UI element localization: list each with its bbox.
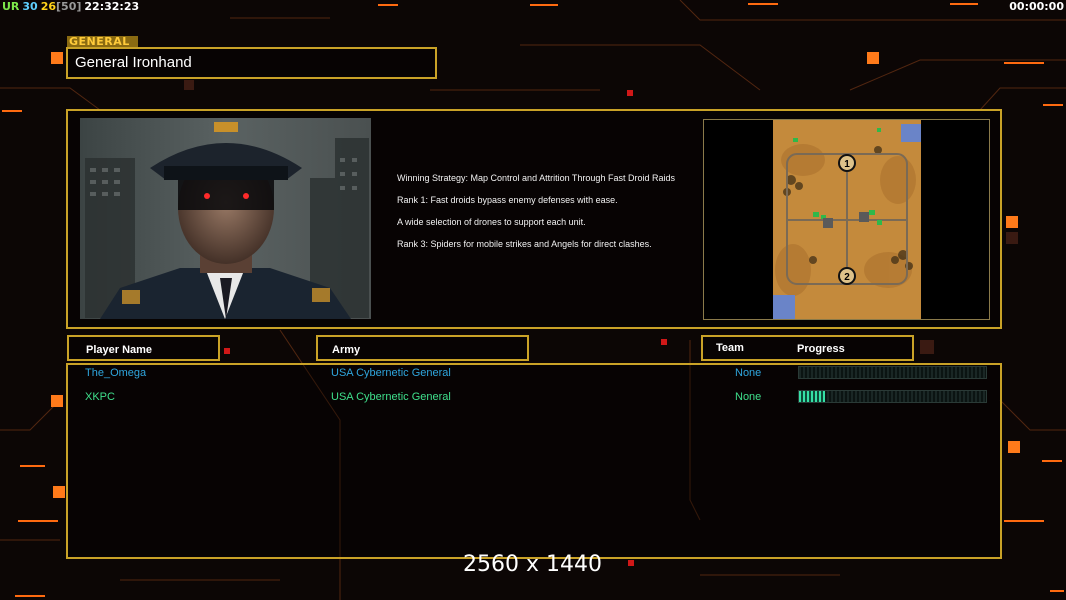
header-team-label: Team [716, 342, 744, 354]
header-player-name[interactable]: Player Name [67, 335, 220, 361]
general-portrait [80, 118, 371, 319]
strategy-text: Winning Strategy: Map Control and Attrit… [397, 173, 697, 261]
player-progress-bar [798, 366, 987, 379]
player-army: USA Cybernetic General [331, 391, 451, 403]
player-team: None [735, 391, 762, 403]
hud-ur-label: UR [2, 0, 20, 13]
general-name: General Ironhand [75, 54, 192, 71]
hud-stats: UR 30 26[50] 22:32:23 [2, 0, 142, 13]
hud-stat-1: 30 [22, 0, 38, 13]
header-team-progress[interactable]: Team Progress [701, 335, 914, 361]
strategy-line: Rank 3: Spiders for mobile strikes and A… [397, 239, 652, 249]
strategy-line: Winning Strategy: Map Control and Attrit… [397, 173, 675, 183]
hud-clock: 22:32:23 [84, 0, 140, 13]
map-marker-1: 1 [844, 159, 850, 170]
hud-stat-2: 26 [40, 0, 57, 13]
player-name: The_Omega [85, 367, 147, 379]
map-preview: 1 2 [773, 120, 921, 319]
player-army: USA Cybernetic General [331, 367, 451, 379]
resolution-overlay: 2560 x 1440 [463, 552, 602, 577]
header-progress-label: Progress [797, 343, 845, 355]
header-player-label: Player Name [86, 344, 153, 356]
player-name: XKPC [85, 391, 115, 403]
hud-timer: 00:00:00 [1009, 0, 1064, 13]
player-progress-bar [798, 390, 987, 403]
map-marker-2: 2 [844, 272, 850, 283]
strategy-line: Rank 1: Fast droids bypass enemy defense… [397, 195, 618, 205]
progress-fill [799, 391, 826, 402]
player-team: None [735, 367, 762, 379]
header-army-label: Army [332, 344, 361, 356]
header-army[interactable]: Army [316, 335, 529, 361]
hud-stat-3: [50] [56, 0, 82, 13]
strategy-line: A wide selection of drones to support ea… [397, 217, 586, 227]
